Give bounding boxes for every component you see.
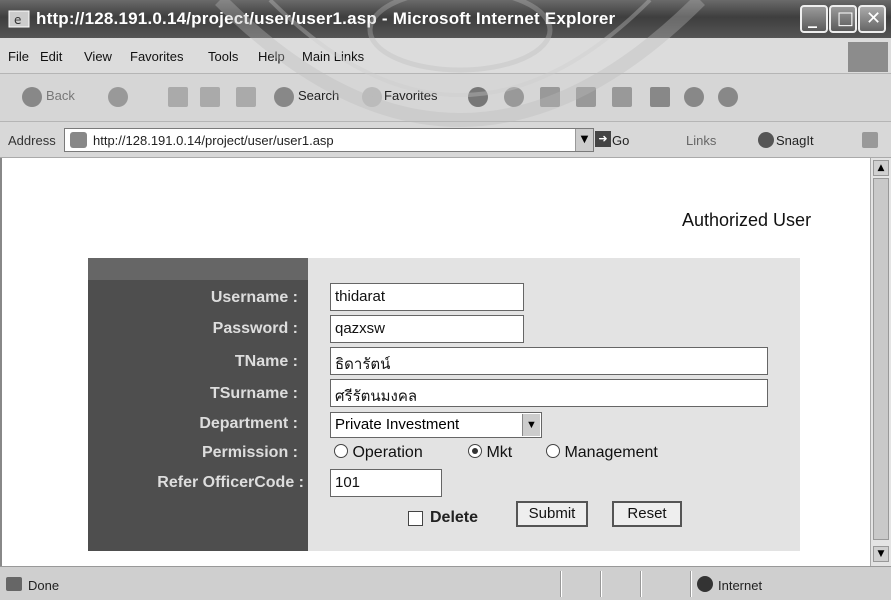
toolbar: Back Search Favorites	[0, 74, 891, 122]
snagit-icon	[758, 132, 774, 148]
status-bar: Done Internet	[0, 566, 891, 600]
maximize-icon: □	[837, 8, 855, 29]
label-column-header	[88, 258, 308, 280]
menu-view[interactable]: View	[84, 49, 112, 64]
username-field[interactable]: thidarat	[330, 283, 524, 311]
page-content: Authorized User Username : Password : TN…	[0, 158, 870, 566]
ie-logo-icon: e	[8, 10, 30, 28]
close-button[interactable]: ✕	[858, 5, 886, 33]
globe-icon	[697, 576, 713, 592]
radio-management[interactable]	[546, 444, 560, 458]
links-button[interactable]: Links	[686, 133, 716, 148]
page-done-icon	[6, 577, 22, 591]
chevron-down-icon[interactable]: ▼	[522, 414, 540, 436]
refresh-icon[interactable]	[200, 87, 220, 107]
status-text: Done	[28, 578, 60, 593]
menu-favorites[interactable]: Favorites	[130, 49, 183, 64]
tname-field[interactable]: ธิดารัตน์	[330, 347, 768, 375]
radio-mkt[interactable]	[468, 444, 482, 458]
page-icon	[70, 132, 87, 148]
svg-text:e: e	[14, 13, 21, 27]
refer-officer-code-field[interactable]: 101	[330, 469, 442, 497]
permission-option-mkt[interactable]: Mkt	[468, 444, 512, 462]
status-divider	[640, 571, 642, 597]
menu-main-links[interactable]: Main Links	[302, 49, 364, 64]
scroll-up-icon[interactable]: ▲	[873, 160, 889, 176]
password-field[interactable]: qazxsw	[330, 315, 524, 343]
forward-arrow-icon[interactable]	[108, 87, 128, 107]
mail-icon[interactable]	[504, 87, 524, 107]
menu-tools[interactable]: Tools	[208, 49, 238, 64]
minimize-button[interactable]: _	[800, 5, 828, 33]
windows-flag-icon	[848, 42, 888, 72]
title-bar: e http://128.191.0.14/project/user/user1…	[0, 0, 891, 38]
tsurname-field[interactable]: ศรีรัตนมงคล	[330, 379, 768, 407]
address-input[interactable]: http://128.191.0.14/project/user/user1.a…	[64, 128, 594, 152]
department-label: Department :	[199, 415, 298, 432]
reset-button[interactable]: Reset	[612, 501, 682, 527]
capture-icon[interactable]	[862, 132, 878, 148]
permission-option-operation[interactable]: Operation	[334, 444, 423, 462]
status-divider	[600, 571, 602, 597]
scroll-down-icon[interactable]: ▼	[873, 546, 889, 562]
username-label: Username :	[210, 289, 298, 306]
browser-window: e http://128.191.0.14/project/user/user1…	[0, 0, 891, 600]
back-button[interactable]: Back	[46, 88, 75, 103]
go-button[interactable]: Go	[612, 133, 629, 148]
vertical-scrollbar[interactable]: ▲ ▼	[870, 158, 891, 566]
search-button[interactable]: Search	[298, 88, 339, 103]
delete-checkbox[interactable]	[408, 511, 423, 526]
permission-label: Permission :	[201, 444, 298, 461]
department-value: Private Investment	[335, 416, 460, 433]
permission-management-label: Management	[564, 444, 658, 461]
menu-edit[interactable]: Edit	[40, 49, 62, 64]
star-icon	[362, 87, 382, 107]
tool-icon[interactable]	[718, 87, 738, 107]
status-divider	[560, 571, 562, 597]
permission-operation-label: Operation	[352, 444, 423, 461]
address-label: Address	[8, 133, 56, 148]
go-arrow-icon[interactable]: ➜	[595, 131, 611, 147]
status-divider	[690, 571, 692, 597]
form-label-column: Username : Password : TName : TSurname :…	[88, 258, 308, 551]
menu-help[interactable]: Help	[258, 49, 285, 64]
back-arrow-icon	[22, 87, 42, 107]
history-icon[interactable]	[468, 87, 488, 107]
address-bar: Address http://128.191.0.14/project/user…	[0, 122, 891, 158]
page-title: Authorized User	[682, 210, 812, 230]
password-label: Password :	[212, 320, 298, 337]
messenger-icon[interactable]	[684, 87, 704, 107]
search-icon	[274, 87, 294, 107]
chevron-down-icon[interactable]: ▼	[575, 129, 593, 151]
tsurname-label: TSurname :	[209, 385, 298, 402]
close-icon: ✕	[866, 8, 882, 29]
print-icon[interactable]	[540, 87, 560, 107]
radio-operation[interactable]	[334, 444, 348, 458]
department-select[interactable]: Private Investment ▼	[330, 412, 542, 438]
address-url: http://128.191.0.14/project/user/user1.a…	[93, 133, 334, 148]
minimize-icon: _	[808, 8, 817, 29]
home-icon[interactable]	[236, 87, 256, 107]
edit-icon[interactable]	[576, 87, 596, 107]
research-icon[interactable]	[650, 87, 670, 107]
permission-option-management[interactable]: Management	[546, 444, 658, 462]
maximize-button[interactable]: □	[829, 5, 857, 33]
security-zone: Internet	[718, 578, 763, 593]
favorites-button[interactable]: Favorites	[384, 88, 437, 103]
menu-bar: File Edit View Favorites Tools Help Main…	[0, 38, 891, 74]
user-form: Username : Password : TName : TSurname :…	[88, 258, 800, 551]
stop-icon[interactable]	[168, 87, 188, 107]
tname-label: TName :	[234, 353, 298, 370]
submit-button[interactable]: Submit	[516, 501, 588, 527]
delete-label: Delete	[430, 509, 479, 526]
menu-file[interactable]: File	[8, 49, 29, 64]
snagit-button[interactable]: SnagIt	[776, 133, 814, 148]
permission-mkt-label: Mkt	[486, 444, 513, 461]
discuss-icon[interactable]	[612, 87, 632, 107]
refer-officer-code-label: Refer OfficerCode :	[157, 474, 304, 491]
scroll-thumb[interactable]	[873, 178, 889, 540]
window-title: http://128.191.0.14/project/user/user1.a…	[36, 9, 616, 28]
